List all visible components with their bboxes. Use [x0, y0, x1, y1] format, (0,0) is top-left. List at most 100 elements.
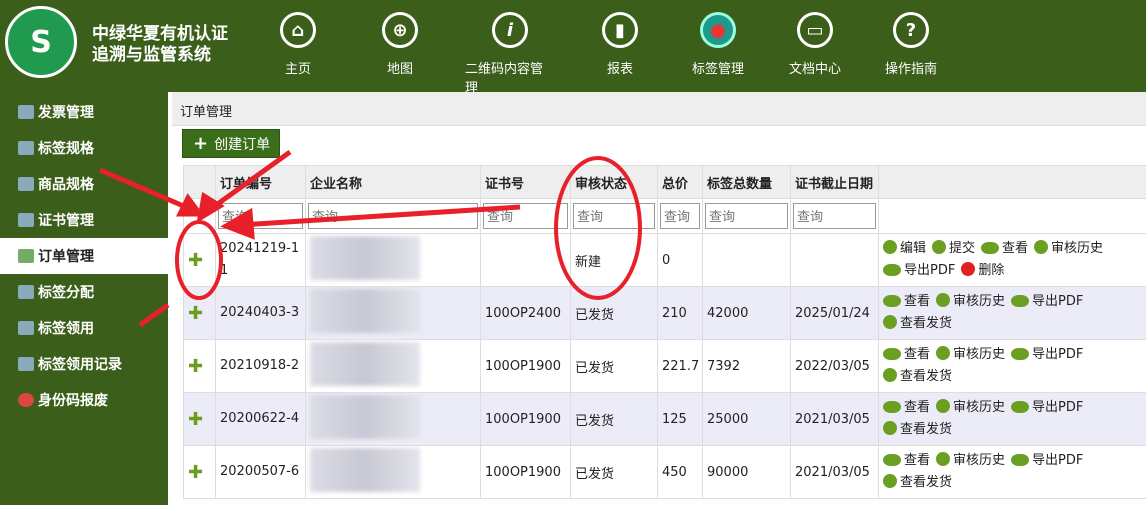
action-link[interactable]: 查看发货 — [883, 419, 952, 441]
expand-cell[interactable]: ✚ — [183, 445, 216, 499]
action-link[interactable]: 查看 — [883, 450, 930, 472]
filter-qty[interactable] — [705, 203, 788, 229]
nav-qrcode[interactable]: i 二维码内容管理 — [465, 0, 555, 96]
expand-cell[interactable]: ✚ — [183, 233, 216, 287]
action-link[interactable]: 查看发货 — [883, 313, 952, 335]
action-delete[interactable]: 删除 — [961, 260, 1004, 282]
expand-plus-icon[interactable]: ✚ — [188, 409, 203, 430]
action-link[interactable]: 审核历史 — [936, 450, 1005, 472]
expand-cell[interactable]: ✚ — [183, 286, 216, 340]
nav-label: 主页 — [284, 62, 311, 77]
filter-cell — [790, 198, 879, 234]
col-company[interactable]: 企业名称 — [305, 165, 481, 199]
filter-company[interactable] — [308, 203, 478, 229]
sidebar-item-label-use[interactable]: 标签领用 — [0, 310, 168, 346]
filter-order-id[interactable] — [218, 203, 303, 229]
action-link[interactable]: 导出PDF — [1011, 450, 1083, 472]
nav-report[interactable]: ▮ 报表 — [575, 0, 665, 77]
blurred-company — [310, 342, 420, 386]
expand-cell[interactable]: ✚ — [183, 392, 216, 446]
sidebar-item-label-assign[interactable]: 标签分配 — [0, 274, 168, 310]
expand-plus-icon[interactable]: ✚ — [188, 250, 203, 271]
sidebar-item-orders[interactable]: 订单管理 — [0, 238, 168, 274]
expand-plus-icon[interactable]: ✚ — [188, 303, 203, 324]
nav-home[interactable]: ⌂ 主页 — [253, 0, 343, 77]
folder-icon — [18, 105, 34, 119]
sidebar-item-scrap[interactable]: 身份码报废 — [0, 382, 168, 418]
action-link[interactable]: 导出PDF — [883, 260, 955, 282]
sidebar-item-certificate[interactable]: 证书管理 — [0, 202, 168, 238]
action-label: 查看发货 — [900, 369, 953, 384]
action-label: 查看发货 — [900, 475, 953, 490]
filter-price[interactable] — [660, 203, 700, 229]
nav-docs[interactable]: ▭ 文档中心 — [770, 0, 860, 77]
sidebar-item-label-spec[interactable]: 标签规格 — [0, 130, 168, 166]
top-header: S 中绿华夏有机认证 追溯与监管系统 ⌂ 主页 ⊕ 地图 i 二维码内容管理 ▮ 报表 … — [0, 0, 1146, 96]
id-card-icon — [18, 213, 34, 227]
action-link[interactable]: 查看 — [883, 344, 930, 366]
cert-expiry: 2025/01/24 — [790, 286, 879, 340]
action-link[interactable]: 导出PDF — [1011, 291, 1083, 313]
col-order-id[interactable]: 订单编号 — [215, 165, 306, 199]
col-qty[interactable]: 标签总数量 — [702, 165, 791, 199]
action-link[interactable]: 审核历史 — [936, 291, 1005, 313]
action-link[interactable]: 查看 — [981, 238, 1028, 260]
nav-label: 地图 — [386, 62, 413, 77]
status: 已发货 — [570, 339, 658, 393]
nav-label: 二维码内容管理 — [465, 62, 544, 96]
filter-status[interactable] — [573, 203, 655, 229]
expand-plus-icon[interactable]: ✚ — [188, 356, 203, 377]
action-label: 审核历史 — [1051, 241, 1104, 256]
sidebar-label: 身份码报废 — [38, 393, 108, 409]
col-price[interactable]: 总价 — [657, 165, 703, 199]
label-logo-icon: ● — [700, 12, 736, 48]
col-cert[interactable]: 证书号 — [480, 165, 571, 199]
action-link[interactable]: 审核历史 — [936, 397, 1005, 419]
sidebar-item-invoice[interactable]: 发票管理 — [0, 94, 168, 130]
sidebar-item-label-use-log[interactable]: 标签领用记录 — [0, 346, 168, 382]
action-label: 导出PDF — [1032, 294, 1084, 309]
row-actions: 查看 审核历史 导出PDF 查看发货 — [878, 445, 1146, 499]
nav-label: 报表 — [606, 62, 633, 77]
expand-col-header — [183, 165, 216, 199]
table-row: ✚ 20240403-3 100OP2400 已发货 210 42000 202… — [183, 286, 1146, 340]
filter-cell — [305, 198, 481, 234]
pencil-icon — [936, 452, 951, 466]
users-icon — [18, 321, 34, 335]
action-link[interactable]: 查看 — [883, 397, 930, 419]
pencil-icon — [883, 315, 897, 329]
action-link[interactable]: 导出PDF — [1011, 344, 1083, 366]
sidebar-item-product-spec[interactable]: 商品规格 — [0, 166, 168, 202]
action-link[interactable]: 查看发货 — [883, 366, 952, 388]
action-link[interactable]: 审核历史 — [936, 344, 1005, 366]
row-actions: 查看 审核历史 导出PDF 查看发货 — [878, 286, 1146, 340]
expand-plus-icon[interactable]: ✚ — [188, 462, 203, 483]
sidebar-label: 标签领用 — [38, 321, 94, 337]
nav-label-mgmt[interactable]: ● 标签管理 — [673, 0, 763, 77]
row-actions: 查看 审核历史 导出PDF 查看发货 — [878, 339, 1146, 393]
tool-icon — [18, 249, 34, 263]
filter-expiry[interactable] — [793, 203, 876, 229]
blurred-company — [310, 448, 420, 492]
filter-cert[interactable] — [483, 203, 568, 229]
col-expiry[interactable]: 证书截止日期 — [790, 165, 879, 199]
filter-empty — [183, 198, 216, 234]
action-label: 查看发货 — [900, 422, 953, 437]
status: 已发货 — [570, 392, 658, 446]
action-link[interactable]: 查看发货 — [883, 472, 952, 494]
cert-no — [480, 233, 571, 287]
expand-cell[interactable]: ✚ — [183, 339, 216, 393]
col-status[interactable]: 审核状态 — [570, 165, 658, 199]
action-link[interactable]: 编辑 — [883, 238, 926, 260]
nav-guide[interactable]: ? 操作指南 — [866, 0, 956, 77]
action-link[interactable]: 提交 — [932, 238, 975, 260]
price: 221.7 — [657, 339, 703, 393]
action-link[interactable]: 导出PDF — [1011, 397, 1083, 419]
nav-map[interactable]: ⊕ 地图 — [355, 0, 445, 77]
action-link[interactable]: 查看 — [883, 291, 930, 313]
nav-label: 文档中心 — [788, 62, 841, 77]
cert-no: 100OP1900 — [480, 339, 571, 393]
blurred-company — [310, 289, 420, 333]
create-order-button[interactable]: + 创建订单 — [182, 129, 280, 158]
action-link[interactable]: 审核历史 — [1034, 238, 1103, 260]
